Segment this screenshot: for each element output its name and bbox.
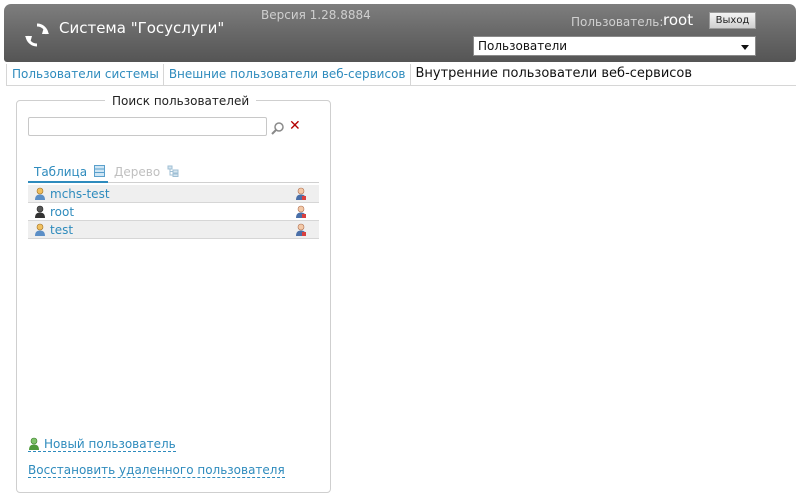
section-select[interactable]: Пользователи (473, 36, 756, 56)
user-list: mchs-test root test (28, 185, 319, 239)
logout-button[interactable]: Выход (709, 12, 756, 29)
current-user-label: Пользователь: (571, 15, 664, 29)
user-icon (35, 187, 45, 200)
app-header: Система "Госуслуги" Версия 1.28.8884 Пол… (4, 4, 796, 62)
main-tabs: Пользователи системы Внешние пользовател… (6, 64, 796, 86)
user-name-link[interactable]: mchs-test (50, 187, 110, 201)
panel-legend: Поиск пользователей (105, 94, 257, 108)
user-icon (35, 205, 45, 218)
table-icon (93, 165, 105, 177)
tab-system-users[interactable]: Пользователи системы (6, 64, 163, 86)
tab-external-ws-users[interactable]: Внешние пользователи веб-сервисов (162, 64, 410, 86)
view-tab-tree[interactable]: Дерево (114, 165, 179, 179)
table-row[interactable]: root (28, 203, 319, 221)
view-tab-table[interactable]: Таблица (34, 165, 105, 179)
new-user-link[interactable]: Новый пользователь (28, 437, 176, 452)
tree-icon (167, 165, 179, 177)
table-row[interactable]: test (28, 221, 319, 239)
chevron-down-icon (741, 45, 749, 50)
section-select-value: Пользователи (478, 39, 568, 53)
view-tab-table-label: Таблица (34, 165, 88, 179)
view-tabs: Таблица Дерево (28, 163, 319, 183)
tab-internal-ws-users[interactable]: Внутренние пользователи веб-сервисов (409, 64, 697, 86)
app-title: Система "Госуслуги" (59, 19, 225, 37)
version-text: Версия 1.28.8884 (261, 8, 371, 22)
user-icon (35, 223, 45, 236)
refresh-logo-icon (25, 23, 49, 47)
user-search-panel: Поиск пользователей ✕ Таблица Дерево mch… (16, 94, 331, 493)
edit-user-icon[interactable] (295, 205, 307, 219)
table-row[interactable]: mchs-test (28, 185, 319, 203)
edit-user-icon[interactable] (295, 187, 307, 201)
search-input[interactable] (28, 117, 267, 136)
add-user-icon (29, 437, 39, 450)
user-name-link[interactable]: root (50, 205, 74, 219)
user-name-link[interactable]: test (50, 223, 73, 237)
view-tab-active-indicator (28, 181, 108, 183)
new-user-label: Новый пользователь (44, 437, 176, 451)
view-tab-tree-label: Дерево (114, 165, 161, 179)
clear-icon[interactable]: ✕ (289, 119, 303, 133)
current-user-name: root (663, 11, 694, 29)
edit-user-icon[interactable] (295, 223, 307, 237)
search-icon[interactable] (271, 121, 285, 135)
restore-user-link[interactable]: Восстановить удаленного пользователя (28, 463, 285, 478)
